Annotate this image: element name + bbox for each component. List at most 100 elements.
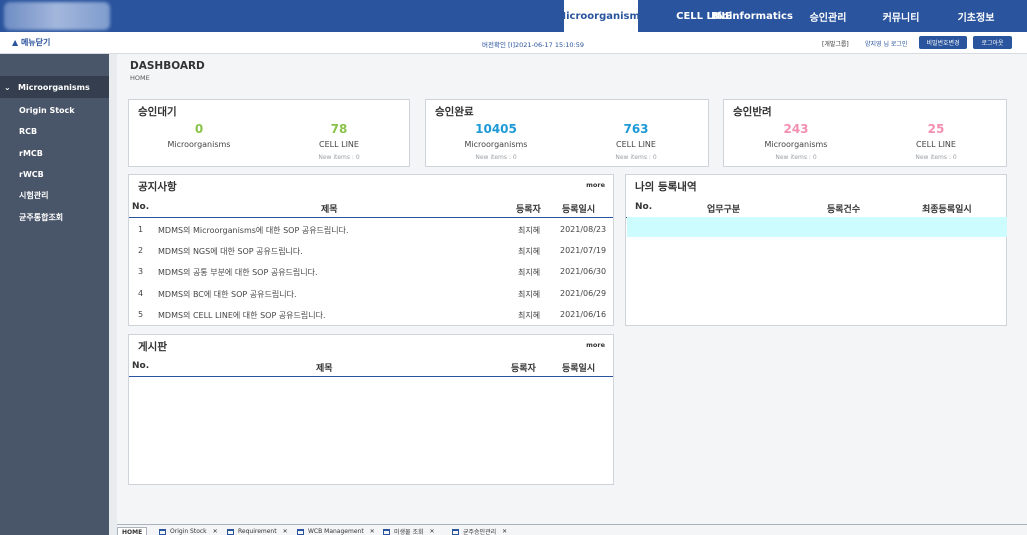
tab-label: 미생물 조회 bbox=[394, 529, 424, 535]
stat-label: Microorganisms bbox=[167, 140, 231, 149]
row-title: MDMS의 NGS에 대한 SOP 공유드립니다. bbox=[158, 247, 303, 256]
stat-value: 25 bbox=[927, 122, 945, 136]
tab-label: 균주승인관리 bbox=[463, 529, 497, 535]
sidebar-item-origin-stock[interactable]: Origin Stock bbox=[0, 99, 109, 121]
stat-label: Microorganisms bbox=[764, 140, 828, 149]
row-author: 최지혜 bbox=[518, 311, 541, 320]
stat-new-items: New items : 0 bbox=[475, 154, 517, 161]
stat-pending-cell-line[interactable]: 78 CELL LINE New items : 0 bbox=[279, 122, 399, 161]
row-no: 2 bbox=[138, 246, 144, 255]
stat-rejected-microorganisms[interactable]: 243 Microorganisms New items : 0 bbox=[736, 122, 856, 161]
tab-microbe-search[interactable]: 미생물 조회 ✕ bbox=[383, 527, 435, 535]
notice-row[interactable]: 4 MDMS의 BC에 대한 SOP 공유드립니다. 최지혜 2021/06/2… bbox=[129, 283, 613, 304]
row-date: 2021/06/16 bbox=[560, 310, 607, 319]
notice-more-link[interactable]: more bbox=[586, 181, 605, 189]
close-icon[interactable]: ✕ bbox=[213, 528, 218, 535]
summary-card-approved: 승인완료 10405 Microorganisms New items : 0 … bbox=[425, 99, 709, 167]
menu-close-toggle[interactable]: ▲ 메뉴닫기 bbox=[12, 37, 50, 48]
notice-row[interactable]: 5 MDMS의 CELL LINE에 대한 SOP 공유드립니다. 최지혜 20… bbox=[129, 304, 613, 325]
card-title: 승인대기 bbox=[138, 106, 177, 118]
row-author: 최지혜 bbox=[518, 290, 541, 299]
logout-button[interactable]: 로그아웃 bbox=[973, 36, 1012, 49]
tab-label: Origin Stock bbox=[170, 528, 207, 535]
panel-title: 게시판 bbox=[138, 341, 167, 353]
notice-panel: 공지사항 more No. 제목 등록자 등록일시 1 MDMS의 Microo… bbox=[128, 174, 614, 326]
sidebar-item-rwcb[interactable]: rWCB bbox=[0, 163, 109, 185]
close-icon[interactable]: ✕ bbox=[430, 528, 435, 535]
tab-label: WCB Management bbox=[308, 528, 364, 535]
column-header-title: 제목 bbox=[321, 205, 338, 215]
column-header-date: 등록일시 bbox=[562, 205, 596, 215]
stat-new-items: New items : 0 bbox=[615, 154, 657, 161]
tab-home[interactable]: HOME bbox=[117, 527, 148, 535]
stat-rejected-cell-line[interactable]: 25 CELL LINE New items : 0 bbox=[876, 122, 996, 161]
notice-row[interactable]: 2 MDMS의 NGS에 대한 SOP 공유드립니다. 최지혜 2021/07/… bbox=[129, 240, 613, 261]
close-icon[interactable]: ✕ bbox=[370, 528, 375, 535]
sidebar-item-test-management[interactable]: 시험관리 bbox=[0, 184, 109, 206]
nav-microorganisms[interactable]: Microorganisms bbox=[556, 0, 646, 32]
stat-approved-cell-line[interactable]: 763 CELL LINE New items : 0 bbox=[576, 122, 696, 161]
sidebar-item-strain-search[interactable]: 균주통합조회 bbox=[0, 206, 109, 228]
change-password-button[interactable]: 비밀번호변경 bbox=[919, 36, 967, 49]
column-header-no: No. bbox=[132, 361, 150, 371]
tab-wcb-management[interactable]: WCB Management ✕ bbox=[297, 527, 375, 535]
stat-approved-microorganisms[interactable]: 10405 Microorganisms New items : 0 bbox=[436, 122, 556, 161]
tab-origin-stock[interactable]: Origin Stock ✕ bbox=[159, 527, 218, 535]
notice-row[interactable]: 3 MDMS의 공통 부분에 대한 SOP 공유드립니다. 최지혜 2021/0… bbox=[129, 261, 613, 282]
row-date: 2021/08/23 bbox=[560, 225, 607, 234]
row-no: 1 bbox=[138, 225, 144, 234]
column-header-count: 등록건수 bbox=[827, 205, 861, 215]
nav-community[interactable]: 커뮤니티 bbox=[873, 0, 929, 32]
bulletin-board-panel: 게시판 more No. 제목 등록자 등록일시 bbox=[128, 334, 614, 485]
close-icon[interactable]: ✕ bbox=[502, 528, 507, 535]
stat-label: Microorganisms bbox=[464, 140, 528, 149]
version-info[interactable]: 버전확인 [I]2021-06-17 15:10:59 bbox=[482, 39, 584, 49]
row-author: 최지혜 bbox=[518, 268, 541, 277]
stat-new-items: New items : 0 bbox=[318, 154, 360, 161]
notice-row[interactable]: 1 MDMS의 Microorganisms에 대한 SOP 공유드립니다. 최… bbox=[129, 219, 613, 240]
row-no: 3 bbox=[138, 267, 144, 276]
sidebar-item-rcb[interactable]: RCB bbox=[0, 120, 109, 142]
tab-strain-approval[interactable]: 균주승인관리 ✕ bbox=[452, 527, 507, 535]
row-title: MDMS의 Microorganisms에 대한 SOP 공유드립니다. bbox=[158, 226, 349, 235]
row-no: 4 bbox=[138, 289, 144, 298]
nav-approval-management[interactable]: 승인관리 bbox=[800, 0, 856, 32]
utility-bar: ▲ 메뉴닫기 버전확인 [I]2021-06-17 15:10:59 [개발그룹… bbox=[0, 32, 1027, 54]
summary-card-rejected: 승인반려 243 Microorganisms New items : 0 25… bbox=[723, 99, 1007, 167]
row-title: MDMS의 CELL LINE에 대한 SOP 공유드립니다. bbox=[158, 311, 326, 320]
stat-label: CELL LINE bbox=[916, 140, 956, 149]
nav-basic-info[interactable]: 기초정보 bbox=[948, 0, 1004, 32]
panel-title: 나의 등록내역 bbox=[635, 181, 697, 193]
stat-new-items: New items : 0 bbox=[915, 154, 957, 161]
sidebar-item-label: Microorganisms bbox=[18, 82, 90, 92]
sidebar: ⌄ Microorganisms Origin Stock RCB rMCB r… bbox=[0, 54, 109, 535]
nav-bioinformatics[interactable]: Bioinformatics bbox=[711, 0, 793, 32]
stat-pending-microorganisms[interactable]: 0 Microorganisms bbox=[139, 122, 259, 154]
stat-label: CELL LINE bbox=[616, 140, 656, 149]
window-icon bbox=[383, 528, 390, 535]
user-login-label: 양지영 님 로그인 bbox=[865, 41, 908, 48]
column-header-date: 등록일시 bbox=[562, 364, 596, 374]
close-icon[interactable]: ✕ bbox=[283, 528, 288, 535]
breadcrumb: HOME bbox=[130, 74, 150, 82]
row-title: MDMS의 공통 부분에 대한 SOP 공유드립니다. bbox=[158, 268, 318, 277]
stat-value: 0 bbox=[194, 122, 204, 136]
tab-label: Requirement bbox=[238, 528, 277, 535]
board-table-header: No. 제목 등록자 등록일시 bbox=[129, 357, 613, 377]
row-no: 5 bbox=[138, 310, 144, 319]
sidebar-item-microorganisms[interactable]: ⌄ Microorganisms bbox=[0, 76, 109, 98]
sidebar-item-rmcb[interactable]: rMCB bbox=[0, 142, 109, 164]
window-icon bbox=[297, 528, 304, 535]
board-more-link[interactable]: more bbox=[586, 341, 605, 349]
stat-value: 763 bbox=[623, 122, 649, 136]
app-logo[interactable] bbox=[4, 2, 110, 30]
tab-requirement[interactable]: Requirement ✕ bbox=[227, 527, 288, 535]
row-date: 2021/07/19 bbox=[560, 246, 607, 255]
registrations-table-header: No. 업무구분 등록건수 최종등록일시 bbox=[626, 198, 1006, 218]
open-tabs-bar: HOME Origin Stock ✕ Requirement ✕ WCB Ma… bbox=[117, 524, 1027, 535]
row-date: 2021/06/29 bbox=[560, 289, 607, 298]
window-icon bbox=[452, 528, 459, 535]
page-title: DASHBOARD bbox=[130, 60, 205, 72]
table-row[interactable] bbox=[627, 217, 1007, 237]
window-icon bbox=[227, 528, 234, 535]
